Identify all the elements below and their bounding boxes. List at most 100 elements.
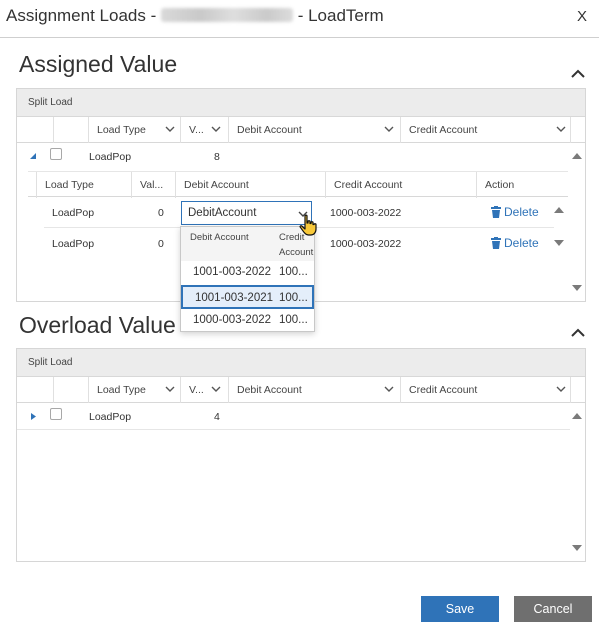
dropdown-option-selected[interactable]: 1001-003-2021 100... bbox=[181, 285, 314, 309]
header-label: Load Type bbox=[97, 124, 146, 136]
sub-row-credit: 1000-003-2022 bbox=[330, 238, 402, 250]
sub-row-value: 0 bbox=[158, 238, 164, 250]
overload-group-bar: Split Load bbox=[17, 349, 585, 377]
header-scroll-spacer bbox=[570, 117, 585, 143]
debit-select-value: DebitAccount bbox=[188, 207, 257, 219]
header-label: Load Type bbox=[97, 384, 146, 396]
hand-pointer-cursor-icon bbox=[299, 214, 317, 236]
sub-header-label: Debit Account bbox=[184, 179, 249, 191]
expand-caret-down-icon[interactable] bbox=[29, 153, 37, 161]
dropdown-header: Debit Account Credit Account bbox=[181, 227, 314, 261]
scroll-down-arrow-icon[interactable] bbox=[572, 285, 582, 291]
dialog-title: Assignment Loads - - LoadTerm bbox=[6, 6, 384, 26]
delete-label: Delete bbox=[504, 205, 539, 219]
row-value: 8 bbox=[214, 151, 220, 163]
trash-icon bbox=[491, 237, 501, 249]
chevron-down-icon[interactable] bbox=[211, 384, 221, 394]
redacted-user-name bbox=[160, 8, 293, 22]
sub-header-label: Credit Account bbox=[334, 179, 403, 191]
expand-caret-right-icon[interactable] bbox=[29, 412, 37, 421]
assigned-parent-row[interactable]: LoadPop 8 bbox=[17, 144, 570, 170]
sub-grid-header-row: Load Type Val... Debit Account Credit Ac… bbox=[28, 171, 568, 198]
header-scroll-spacer bbox=[570, 377, 585, 403]
row-load-type: LoadPop bbox=[89, 151, 132, 163]
option-credit: 100... bbox=[279, 266, 308, 278]
chevron-down-icon[interactable] bbox=[556, 384, 566, 394]
overload-value-title: Overload Value bbox=[19, 312, 176, 338]
sub-header-label: Load Type bbox=[45, 179, 94, 191]
row-load-type: LoadPop bbox=[89, 411, 132, 423]
sub-scroll-down-arrow-icon[interactable] bbox=[554, 240, 564, 246]
dropdown-option[interactable]: 1000-003-2022 100... bbox=[181, 309, 314, 333]
delete-button[interactable]: Delete bbox=[491, 236, 539, 250]
scroll-up-arrow-icon[interactable] bbox=[572, 153, 582, 159]
header-credit-account[interactable]: Credit Account bbox=[400, 117, 570, 143]
header-label: Debit Account bbox=[237, 124, 302, 136]
header-value[interactable]: V... bbox=[180, 117, 228, 143]
chevron-down-icon[interactable] bbox=[384, 384, 394, 394]
sub-header-value[interactable]: Val... bbox=[131, 172, 175, 198]
header-label: Debit Account bbox=[237, 384, 302, 396]
sub-header-label: Action bbox=[485, 179, 515, 191]
sub-header-credit-account[interactable]: Credit Account bbox=[325, 172, 476, 198]
row-value: 4 bbox=[214, 411, 220, 423]
scroll-up-arrow-icon[interactable] bbox=[572, 413, 582, 419]
dropdown-col-credit-line2: Account bbox=[279, 247, 314, 258]
sub-row-credit: 1000-003-2022 bbox=[330, 207, 402, 219]
sub-row-load-type: LoadPop bbox=[52, 238, 95, 250]
option-debit: 1000-003-2022 bbox=[193, 314, 272, 326]
dropdown-col-debit: Debit Account bbox=[190, 232, 249, 243]
header-credit-account[interactable]: Credit Account bbox=[400, 377, 570, 403]
header-label: V... bbox=[189, 124, 204, 136]
row-checkbox[interactable] bbox=[50, 148, 62, 160]
header-value[interactable]: V... bbox=[180, 377, 228, 403]
close-button[interactable]: X bbox=[577, 8, 587, 25]
chevron-down-icon[interactable] bbox=[165, 124, 175, 134]
overload-parent-row[interactable]: LoadPop 4 bbox=[17, 404, 570, 430]
assigned-group-bar: Split Load bbox=[17, 89, 585, 117]
sub-row-value: 0 bbox=[158, 207, 164, 219]
assigned-scrollbar[interactable] bbox=[570, 144, 584, 302]
sub-header-action[interactable]: Action bbox=[476, 172, 554, 198]
group-bar-label: Split Load bbox=[28, 97, 73, 108]
delete-button[interactable]: Delete bbox=[491, 205, 539, 219]
option-credit: 100... bbox=[279, 292, 308, 304]
dropdown-option[interactable]: 1001-003-2022 100... bbox=[181, 261, 314, 285]
overload-grid: Split Load Load Type V... Debit Account … bbox=[16, 348, 586, 562]
option-debit: 1001-003-2021 bbox=[195, 292, 274, 304]
overload-scrollbar[interactable] bbox=[570, 404, 584, 562]
group-bar-label: Split Load bbox=[28, 357, 73, 368]
sub-header-load-type[interactable]: Load Type bbox=[36, 172, 131, 198]
chevron-down-icon[interactable] bbox=[165, 384, 175, 394]
header-checkbox-cell bbox=[53, 377, 88, 403]
option-debit: 1001-003-2022 bbox=[193, 266, 272, 278]
debit-account-dropdown: Debit Account Credit Account 1001-003-20… bbox=[180, 226, 315, 332]
header-load-type[interactable]: Load Type bbox=[88, 117, 180, 143]
header-label: Credit Account bbox=[409, 384, 478, 396]
sub-header-debit-account[interactable]: Debit Account bbox=[175, 172, 325, 198]
header-checkbox-cell bbox=[53, 117, 88, 143]
header-label: V... bbox=[189, 384, 204, 396]
chevron-down-icon[interactable] bbox=[384, 124, 394, 134]
overload-header-row: Load Type V... Debit Account Credit Acco… bbox=[17, 377, 585, 403]
header-load-type[interactable]: Load Type bbox=[88, 377, 180, 403]
overload-collapse-chevron-up-icon[interactable] bbox=[569, 327, 587, 339]
assigned-collapse-chevron-up-icon[interactable] bbox=[569, 68, 587, 80]
header-debit-account[interactable]: Debit Account bbox=[228, 377, 400, 403]
trash-icon bbox=[491, 206, 501, 218]
dialog-title-bar: Assignment Loads - - LoadTerm X bbox=[0, 0, 599, 38]
header-debit-account[interactable]: Debit Account bbox=[228, 117, 400, 143]
sub-scroll-up-arrow-icon[interactable] bbox=[554, 207, 564, 213]
chevron-down-icon[interactable] bbox=[211, 124, 221, 134]
save-button[interactable]: Save bbox=[421, 596, 499, 622]
scroll-down-arrow-icon[interactable] bbox=[572, 545, 582, 551]
sub-header-label: Val... bbox=[140, 179, 164, 191]
debit-account-select[interactable]: DebitAccount bbox=[181, 201, 312, 225]
delete-label: Delete bbox=[504, 236, 539, 250]
chevron-down-icon[interactable] bbox=[556, 124, 566, 134]
assigned-value-title: Assigned Value bbox=[19, 51, 178, 77]
header-label: Credit Account bbox=[409, 124, 478, 136]
sub-row-load-type: LoadPop bbox=[52, 207, 95, 219]
cancel-button[interactable]: Cancel bbox=[514, 596, 592, 622]
row-checkbox[interactable] bbox=[50, 408, 62, 420]
